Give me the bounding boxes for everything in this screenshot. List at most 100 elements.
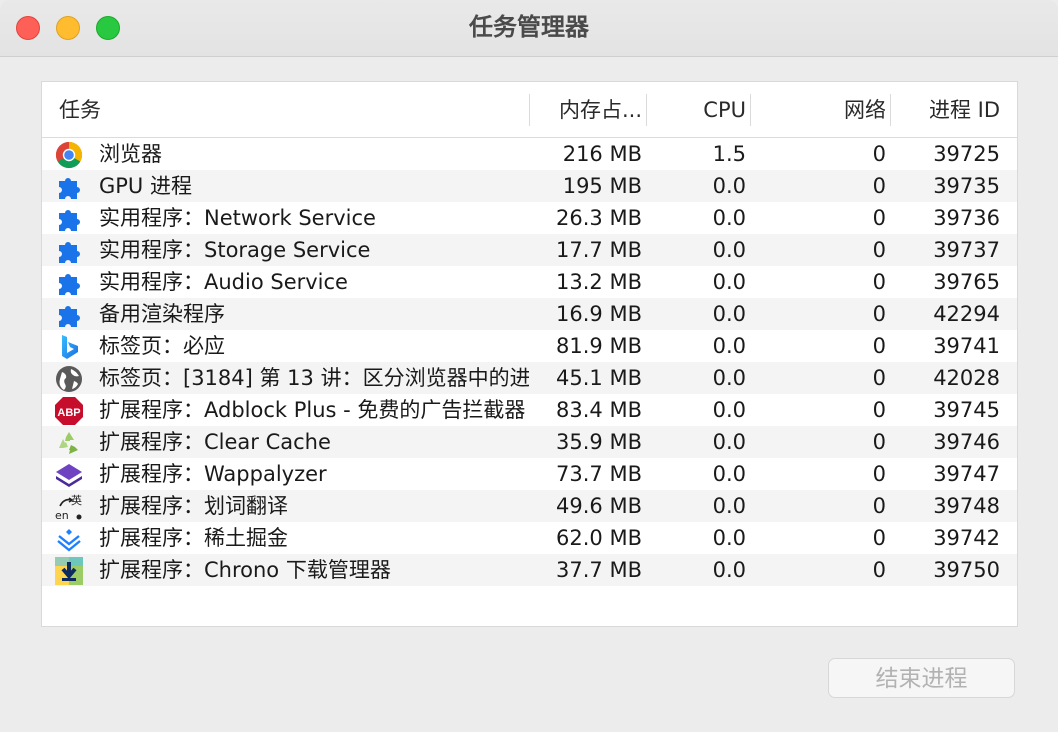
task-name: 扩展程序：Wappalyzer bbox=[99, 462, 327, 486]
cpu-value: 1.5 bbox=[712, 142, 746, 166]
table-row[interactable]: 备用渲染程序 16.9 MB 0.0 0 42294 bbox=[42, 298, 1017, 330]
pid-value: 39746 bbox=[933, 430, 1000, 454]
network-value: 0 bbox=[872, 558, 886, 582]
table-body: 浏览器 216 MB 1.5 0 39725 GPU 进程 195 MB 0.0… bbox=[42, 138, 1017, 586]
network-value: 0 bbox=[872, 142, 886, 166]
task-name: 扩展程序：稀土掘金 bbox=[99, 526, 288, 550]
network-value: 0 bbox=[872, 270, 886, 294]
pid-value: 39765 bbox=[933, 270, 1000, 294]
network-value: 0 bbox=[872, 494, 886, 518]
table-row[interactable]: GPU 进程 195 MB 0.0 0 39735 bbox=[42, 170, 1017, 202]
memory-value: 13.2 MB bbox=[556, 270, 642, 294]
memory-value: 195 MB bbox=[562, 174, 642, 198]
cpu-value: 0.0 bbox=[712, 430, 746, 454]
pid-value: 39741 bbox=[933, 334, 1000, 358]
column-header-network[interactable]: 网络 bbox=[750, 82, 886, 137]
translate-icon: 英 en bbox=[54, 492, 84, 522]
pid-value: 42294 bbox=[933, 302, 1000, 326]
memory-value: 83.4 MB bbox=[556, 398, 642, 422]
network-value: 0 bbox=[872, 206, 886, 230]
memory-value: 16.9 MB bbox=[556, 302, 642, 326]
table-row[interactable]: 扩展程序：Wappalyzer 73.7 MB 0.0 0 39747 bbox=[42, 458, 1017, 490]
cpu-value: 0.0 bbox=[712, 558, 746, 582]
task-name: 实用程序：Storage Service bbox=[99, 238, 371, 262]
task-manager-window: 任务管理器 任务 内存占... CPU 网络 进程 ID 浏览器 216 MB … bbox=[0, 0, 1058, 732]
task-name: 备用渲染程序 bbox=[99, 302, 225, 326]
task-name: GPU 进程 bbox=[99, 174, 192, 198]
table-row[interactable]: 实用程序：Audio Service 13.2 MB 0.0 0 39765 bbox=[42, 266, 1017, 298]
table-row[interactable]: 标签页：[3184] 第 13 讲：区分浏览器中的进程与线程 45.1 MB 0… bbox=[42, 362, 1017, 394]
network-value: 0 bbox=[872, 174, 886, 198]
cpu-value: 0.0 bbox=[712, 238, 746, 262]
cpu-value: 0.0 bbox=[712, 334, 746, 358]
table-row[interactable]: 实用程序：Network Service 26.3 MB 0.0 0 39736 bbox=[42, 202, 1017, 234]
pid-value: 42028 bbox=[933, 366, 1000, 390]
task-name: 浏览器 bbox=[99, 142, 162, 166]
task-name: 扩展程序：Clear Cache bbox=[99, 430, 331, 454]
cpu-value: 0.0 bbox=[712, 174, 746, 198]
table-row[interactable]: 标签页：必应 81.9 MB 0.0 0 39741 bbox=[42, 330, 1017, 362]
memory-value: 17.7 MB bbox=[556, 238, 642, 262]
table-header: 任务 内存占... CPU 网络 进程 ID bbox=[42, 82, 1017, 138]
window-title: 任务管理器 bbox=[469, 13, 589, 41]
svg-text:en: en bbox=[55, 509, 69, 522]
cpu-value: 0.0 bbox=[712, 494, 746, 518]
cpu-value: 0.0 bbox=[712, 302, 746, 326]
pid-value: 39735 bbox=[933, 174, 1000, 198]
table-row[interactable]: 扩展程序：Chrono 下载管理器 37.7 MB 0.0 0 39750 bbox=[42, 554, 1017, 586]
column-header-pid[interactable]: 进程 ID bbox=[890, 82, 1000, 137]
memory-value: 81.9 MB bbox=[556, 334, 642, 358]
task-name: 扩展程序：Adblock Plus - 免费的广告拦截器 bbox=[99, 398, 526, 422]
pid-value: 39747 bbox=[933, 462, 1000, 486]
pid-value: 39748 bbox=[933, 494, 1000, 518]
cpu-value: 0.0 bbox=[712, 526, 746, 550]
network-value: 0 bbox=[872, 366, 886, 390]
puzzle-icon bbox=[54, 268, 84, 298]
pid-value: 39750 bbox=[933, 558, 1000, 582]
column-header-cpu[interactable]: CPU bbox=[646, 82, 746, 137]
table-row[interactable]: 英 en 扩展程序：划词翻译 49.6 MB 0.0 0 39748 bbox=[42, 490, 1017, 522]
recycle-icon bbox=[54, 428, 84, 458]
network-value: 0 bbox=[872, 526, 886, 550]
memory-value: 73.7 MB bbox=[556, 462, 642, 486]
table-row[interactable]: 实用程序：Storage Service 17.7 MB 0.0 0 39737 bbox=[42, 234, 1017, 266]
pid-value: 39736 bbox=[933, 206, 1000, 230]
cpu-value: 0.0 bbox=[712, 462, 746, 486]
cpu-value: 0.0 bbox=[712, 270, 746, 294]
task-name: 标签页：必应 bbox=[99, 334, 225, 358]
cpu-value: 0.0 bbox=[712, 366, 746, 390]
pid-value: 39745 bbox=[933, 398, 1000, 422]
table-row[interactable]: 浏览器 216 MB 1.5 0 39725 bbox=[42, 138, 1017, 170]
network-value: 0 bbox=[872, 302, 886, 326]
memory-value: 62.0 MB bbox=[556, 526, 642, 550]
cpu-value: 0.0 bbox=[712, 398, 746, 422]
memory-value: 49.6 MB bbox=[556, 494, 642, 518]
network-value: 0 bbox=[872, 238, 886, 262]
table-row[interactable]: ABP 扩展程序：Adblock Plus - 免费的广告拦截器 83.4 MB… bbox=[42, 394, 1017, 426]
column-header-task[interactable]: 任务 bbox=[59, 82, 529, 137]
memory-value: 26.3 MB bbox=[556, 206, 642, 230]
task-name: 实用程序：Network Service bbox=[99, 206, 376, 230]
end-process-button[interactable]: 结束进程 bbox=[828, 658, 1015, 698]
globe-icon bbox=[54, 364, 84, 394]
column-header-memory[interactable]: 内存占... bbox=[529, 82, 642, 137]
puzzle-icon bbox=[54, 236, 84, 266]
memory-value: 216 MB bbox=[562, 142, 642, 166]
pid-value: 39742 bbox=[933, 526, 1000, 550]
memory-value: 45.1 MB bbox=[556, 366, 642, 390]
memory-value: 35.9 MB bbox=[556, 430, 642, 454]
table-row[interactable]: 扩展程序：Clear Cache 35.9 MB 0.0 0 39746 bbox=[42, 426, 1017, 458]
download-icon bbox=[54, 556, 84, 586]
puzzle-icon bbox=[54, 172, 84, 202]
process-table: 任务 内存占... CPU 网络 进程 ID 浏览器 216 MB 1.5 0 … bbox=[41, 81, 1018, 627]
network-value: 0 bbox=[872, 398, 886, 422]
cpu-value: 0.0 bbox=[712, 206, 746, 230]
juejin-icon bbox=[54, 524, 84, 554]
table-row[interactable]: 扩展程序：稀土掘金 62.0 MB 0.0 0 39742 bbox=[42, 522, 1017, 554]
puzzle-icon bbox=[54, 300, 84, 330]
bing-icon bbox=[54, 332, 84, 362]
task-name: 扩展程序：划词翻译 bbox=[99, 494, 288, 518]
network-value: 0 bbox=[872, 430, 886, 454]
task-name: 实用程序：Audio Service bbox=[99, 270, 348, 294]
task-name: 扩展程序：Chrono 下载管理器 bbox=[99, 558, 391, 582]
